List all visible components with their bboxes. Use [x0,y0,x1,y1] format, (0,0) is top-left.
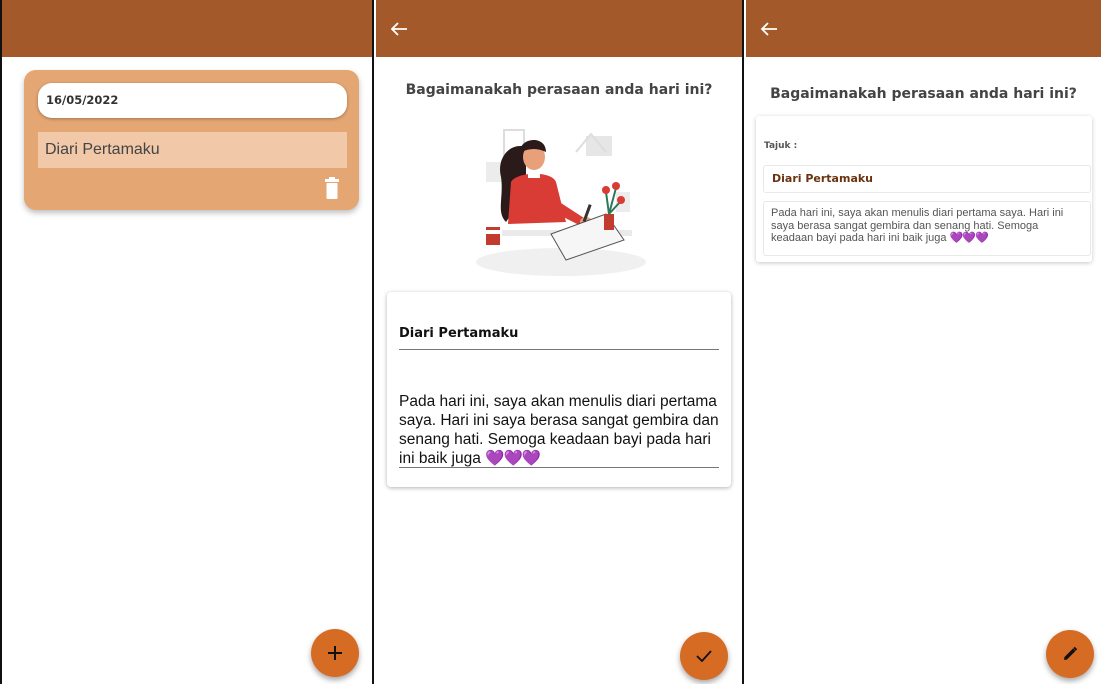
trash-icon[interactable] [324,177,340,199]
mood-question: Bagaimanakah perasaan anda hari ini? [770,86,1077,102]
check-icon [696,650,712,662]
save-button[interactable] [680,632,728,680]
body-text: Pada hari ini, saya akan menulis diari p… [771,207,1064,244]
add-entry-button[interactable] [311,629,359,677]
arrow-left-icon[interactable] [390,21,408,37]
title-input[interactable]: Diari Pertamaku [399,326,719,350]
entry-form-card: Diari Pertamaku Pada hari ini, saya akan… [387,292,731,487]
entry-detail-card: Tajuk : Diari Pertamaku Pada hari ini, s… [756,116,1092,262]
entry-date: 16/05/2022 [38,83,347,118]
entry-title: Diari Pertamaku [763,165,1091,193]
tajuk-label: Tajuk : [764,141,798,151]
pencil-icon [1064,646,1078,660]
app-bar [746,0,1101,57]
arrow-left-icon[interactable] [760,21,778,37]
body-textarea[interactable]: Pada hari ini, saya akan menulis diari p… [399,392,719,468]
diary-entry-card[interactable]: 16/05/2022 Diari Pertamaku [24,70,359,210]
purple-hearts: 💜💜💜 [949,232,989,244]
edit-button[interactable] [1046,630,1094,678]
diary-edit-screen: Bagaimanakah perasaan anda hari ini? Dia… [376,0,744,684]
entry-body: Pada hari ini, saya akan menulis diari p… [763,201,1091,256]
diary-view-screen: Bagaimanakah perasaan anda hari ini? Taj… [746,0,1101,684]
body-text: Pada hari ini, saya akan menulis diari p… [399,393,719,467]
app-bar [2,0,372,57]
purple-hearts: 💜💜💜 [485,450,541,467]
writing-woman-illustration [476,129,646,276]
diary-list-screen: 16/05/2022 Diari Pertamaku [0,0,374,684]
app-bar [376,0,742,57]
mood-question: Bagaimanakah perasaan anda hari ini? [405,82,713,98]
entry-title: Diari Pertamaku [38,132,347,168]
plus-icon [328,646,342,660]
